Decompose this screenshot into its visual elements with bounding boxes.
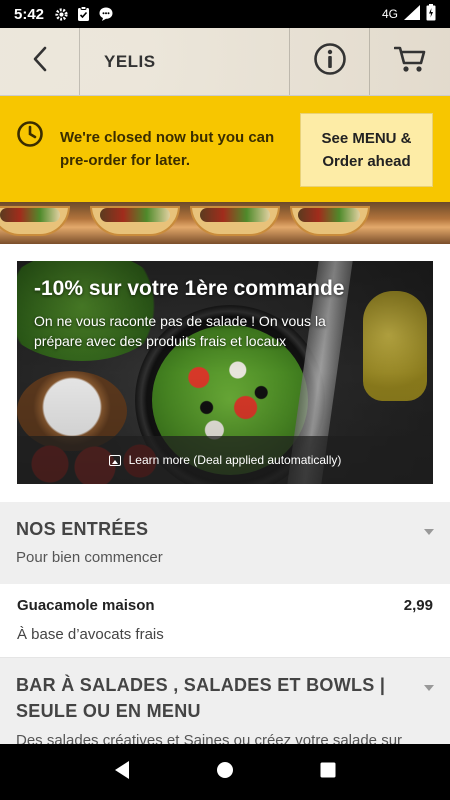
category-subtitle: Pour bien commencer [16, 549, 163, 566]
menu-item-price: 2,99 [403, 597, 433, 614]
menu-item[interactable]: Guacamole maison 2,99 À base d’avocats f… [0, 584, 450, 658]
nav-recents-button[interactable] [308, 752, 348, 792]
learn-more-link[interactable]: Learn more (Deal applied automatically) [17, 436, 433, 484]
hero-food-image [0, 202, 450, 244]
promo-subtitle: On ne vous raconte pas de salade ! On vo… [34, 313, 326, 349]
back-arrow-icon [32, 46, 48, 77]
category-title: BAR À SALADES , SALADES ET BOWLS | SEULE… [16, 675, 386, 721]
chevron-down-icon [424, 685, 434, 691]
store-title: YELIS [80, 28, 290, 95]
cart-button[interactable] [370, 28, 450, 95]
cart-icon [393, 45, 426, 78]
image-icon [108, 454, 121, 466]
menu-item-description: À base d’avocats frais [17, 626, 164, 643]
status-bar: 5:42 4G [0, 0, 450, 28]
signal-icon [404, 5, 420, 23]
system-nav-bar [0, 744, 450, 800]
closed-message: We're closed now but you can pre-order f… [60, 129, 275, 169]
nav-back-button[interactable] [102, 752, 142, 792]
status-time: 5:42 [14, 5, 45, 23]
category-subtitle: Des salades créatives et Saines ou créez… [16, 732, 403, 744]
info-icon [313, 42, 347, 81]
see-menu-order-ahead-button[interactable]: See MENU & Order ahead [300, 113, 433, 187]
gear-icon [54, 7, 69, 22]
closed-banner: We're closed now but you can pre-order f… [0, 96, 450, 202]
clock-icon [16, 120, 44, 148]
home-circle-icon [216, 761, 234, 784]
chevron-down-icon [424, 529, 434, 535]
promo-card[interactable]: -10% sur votre 1ère commande On ne vous … [17, 261, 433, 484]
back-triangle-icon [113, 760, 131, 785]
info-button[interactable] [290, 28, 370, 95]
network-type: 4G [381, 7, 398, 21]
category-header-entrees[interactable]: NOS ENTRÉES Pour bien commencer [0, 502, 450, 584]
recents-square-icon [320, 762, 336, 783]
category-header-salades[interactable]: BAR À SALADES , SALADES ET BOWLS | SEULE… [0, 658, 450, 744]
chat-bubble-icon [98, 6, 114, 22]
menu-item-name: Guacamole maison [17, 597, 155, 614]
category-title: NOS ENTRÉES [16, 519, 149, 539]
learn-more-label: Learn more (Deal applied automatically) [128, 453, 342, 467]
back-button[interactable] [0, 28, 80, 95]
battery-icon [426, 4, 436, 24]
app-header: YELIS [0, 28, 450, 96]
nav-home-button[interactable] [205, 752, 245, 792]
clipboard-check-icon [77, 6, 90, 22]
promo-title: -10% sur votre 1ère commande [34, 277, 345, 300]
